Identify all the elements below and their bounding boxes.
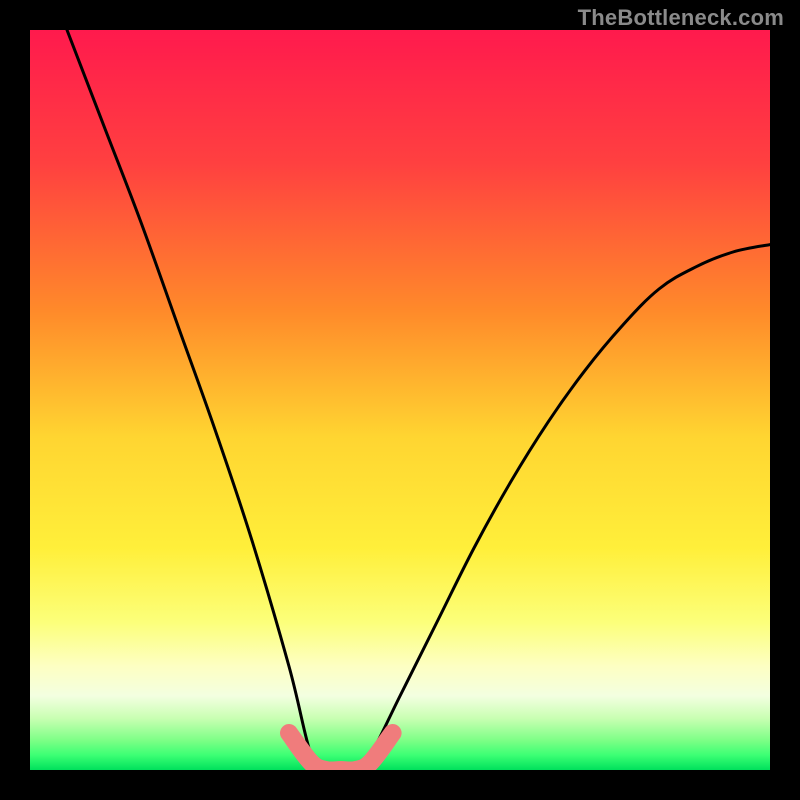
watermark-text: TheBottleneck.com: [578, 5, 784, 31]
gradient-plot-area: [30, 30, 770, 770]
chart-frame: TheBottleneck.com: [0, 0, 800, 800]
bottleneck-chart: [0, 0, 800, 800]
